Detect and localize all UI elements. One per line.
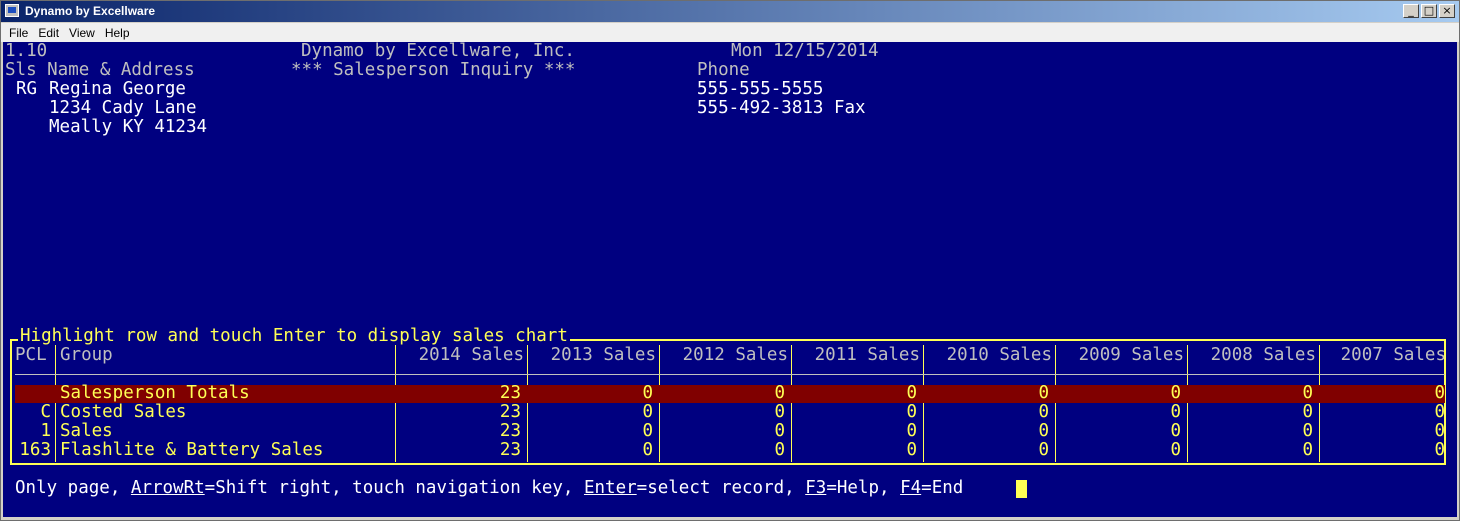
status-line: Only page, ArrowRt=Shift right, touch na… [15,479,963,498]
menu-view[interactable]: View [69,26,95,40]
menu-bar: File Edit View Help [1,23,1459,42]
row-value: 0 [774,402,785,422]
column-separator [1187,345,1188,462]
company-name: Dynamo by Excellware, Inc. [301,41,575,61]
app-icon [5,4,19,17]
col-header-group: Group [60,345,113,365]
col-header-2013: 2013 Sales [550,345,656,365]
row-value: 0 [1170,440,1181,460]
row-value: 23 [499,383,521,403]
row-pcl: 163 [19,440,51,460]
column-separator [923,345,924,462]
window-title: Dynamo by Excellware [25,4,156,18]
row-value: 0 [642,402,653,422]
row-value: 0 [906,440,917,460]
row-value: 0 [906,402,917,422]
row-value: 0 [642,440,653,460]
row-group: Costed Sales [60,402,187,422]
col-header-2012: 2012 Sales [682,345,788,365]
minimize-button[interactable]: _ [1403,4,1419,18]
row-value: 23 [499,402,521,422]
address-line-2: Meally KY 41234 [49,117,208,137]
row-value: 0 [906,383,917,403]
enter-key[interactable]: Enter [584,478,637,498]
salesperson-name: Regina George [49,79,186,99]
title-bar[interactable]: Dynamo by Excellware _ □ × [1,1,1459,22]
status-text: =Shift right, touch navigation key, [204,478,584,498]
col-header-2011: 2011 Sales [814,345,920,365]
col-header-pcl: PCL [15,345,47,365]
menu-edit[interactable]: Edit [38,26,59,40]
row-value: 0 [1170,383,1181,403]
row-value: 0 [1038,440,1049,460]
status-text: =select record, [636,478,806,498]
row-value: 0 [1170,421,1181,441]
sales-table-title: Highlight row and touch Enter to display… [18,326,570,346]
column-separator [1055,345,1056,462]
row-value: 0 [1434,421,1445,441]
row-value: 23 [499,421,521,441]
row-value: 0 [1170,402,1181,422]
column-separator [395,345,396,462]
col-header-2009: 2009 Sales [1078,345,1184,365]
row-value: 0 [774,440,785,460]
text-cursor [1016,480,1027,498]
row-value: 0 [906,421,917,441]
row-value: 0 [1434,402,1445,422]
fax-number: 555-492-3813 Fax [697,98,866,118]
arrowrt-key[interactable]: ArrowRt [131,478,205,498]
row-pcl: 1 [40,421,51,441]
column-separator [527,345,528,462]
f3-key[interactable]: F3 [805,478,826,498]
salesperson-code: RG [16,79,38,99]
column-separator [1319,345,1320,462]
menu-file[interactable]: File [9,26,28,40]
row-value: 0 [1302,440,1313,460]
status-text: =Help, [826,478,901,498]
status-text: Only page, [15,478,131,498]
row-value: 0 [774,421,785,441]
terminal-screen[interactable]: 1.10 Dynamo by Excellware, Inc. Mon 12/1… [3,42,1457,517]
menu-help[interactable]: Help [105,26,130,40]
col-header-2008: 2008 Sales [1210,345,1316,365]
row-value: 0 [1302,402,1313,422]
name-address-heading: Sls Name & Address [5,60,195,80]
row-value: 0 [1038,421,1049,441]
row-value: 0 [642,421,653,441]
header-divider [15,374,1445,375]
row-value: 0 [1038,402,1049,422]
row-group: Sales [60,421,113,441]
row-value: 0 [1434,440,1445,460]
phone-heading: Phone [697,60,750,80]
current-date: Mon 12/15/2014 [731,41,879,61]
row-group: Flashlite & Battery Sales [60,440,324,460]
maximize-button[interactable]: □ [1421,4,1437,18]
row-value: 0 [642,383,653,403]
window-controls: _ □ × [1403,4,1455,18]
row-value: 0 [1302,421,1313,441]
row-value: 23 [499,440,521,460]
f4-key[interactable]: F4 [900,478,921,498]
version-number: 1.10 [5,41,48,61]
address-line-1: 1234 Cady Lane [49,98,197,118]
phone-number: 555-555-5555 [697,79,824,99]
row-value: 0 [1038,383,1049,403]
col-header-2014: 2014 Sales [418,345,524,365]
row-value: 0 [1302,383,1313,403]
col-header-2010: 2010 Sales [946,345,1052,365]
column-separator [791,345,792,462]
row-group: Salesperson Totals [60,383,250,403]
row-pcl: C [40,402,51,422]
status-text: =End [921,478,964,498]
close-button[interactable]: × [1439,4,1455,18]
row-value: 0 [774,383,785,403]
column-separator [55,345,56,462]
col-header-2007: 2007 Sales [1340,345,1446,365]
column-separator [659,345,660,462]
row-value: 0 [1434,383,1445,403]
app-window: Dynamo by Excellware _ □ × File Edit Vie… [0,0,1460,521]
screen-title: *** Salesperson Inquiry *** [291,60,576,80]
